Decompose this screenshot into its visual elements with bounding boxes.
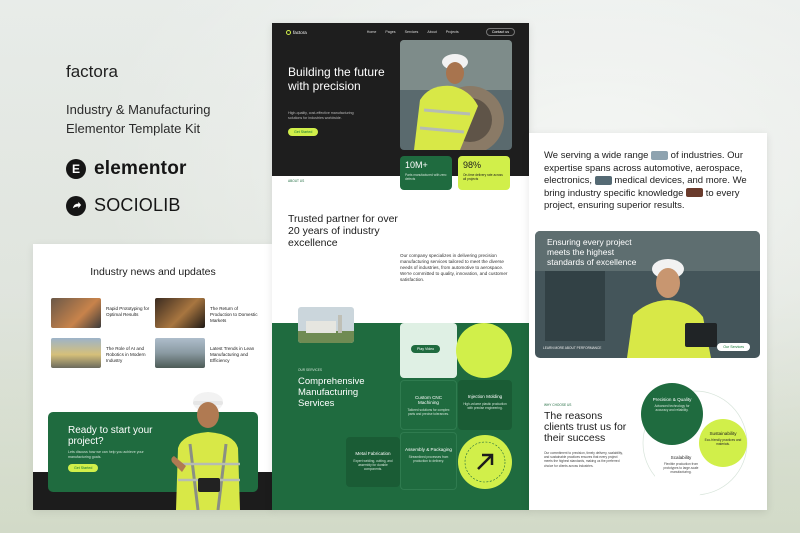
value-circle: Precision & Quality Advanced technology … <box>641 383 703 445</box>
service-card-title: Custom CNC Machining <box>414 395 443 405</box>
nav-logo[interactable]: factora <box>286 29 307 35</box>
why-title: The reasons clients trust us for their s… <box>544 410 627 444</box>
nav-links: Home Pages Services About Projects <box>367 30 459 34</box>
inline-image-chip <box>686 188 704 198</box>
service-card-title: Injection Molding <box>467 394 503 399</box>
brand-tagline: Industry & Manufacturing Elementor Templ… <box>66 102 211 136</box>
news-title: Industry news and updates <box>90 266 216 278</box>
news-thumbnail <box>155 298 205 328</box>
cta-description: Lets discuss how we can help you achieve… <box>68 450 144 459</box>
service-card-title: Metal Fabrication <box>355 451 391 456</box>
value-desc: Advanced technology for accuracy and rel… <box>654 404 690 412</box>
news-item[interactable]: The Return of Production to Domestic Mar… <box>155 298 260 328</box>
value-desc: Flexible production from prototypes to l… <box>663 462 699 474</box>
factory-thumbnail <box>298 307 354 343</box>
photo-caption[interactable]: LEARN MORE ABOUT PERFORMANCE <box>543 346 601 350</box>
why-body: Our commitment to precision, timely deli… <box>544 451 623 468</box>
sociolib-arrow-icon <box>66 195 86 216</box>
our-services-button[interactable]: Our Services <box>717 343 750 351</box>
elementor-logo-icon: E <box>66 159 86 179</box>
industries-lead-text: We serving a wide range of industries. O… <box>544 150 747 211</box>
stat-description: On-time delivery rate across all project… <box>463 173 503 181</box>
service-card[interactable]: Assembly & Packaging Streamlined process… <box>400 432 457 490</box>
hero-title: Building the future with precision <box>288 65 385 93</box>
stat-value: 10M+ <box>405 160 428 170</box>
brand-name: factora <box>66 62 118 81</box>
nav-link-projects[interactable]: Projects <box>446 30 459 34</box>
service-card-title: Assembly & Packaging <box>405 447 452 452</box>
top-nav: factora Home Pages Services About Projec… <box>286 28 515 36</box>
home-page-preview: factora Home Pages Services About Projec… <box>272 23 529 510</box>
news-item-title: Rapid Prototyping for Optimal Results <box>106 306 150 317</box>
inline-image-chip <box>594 175 612 185</box>
about-body: Our company specializes in delivering pr… <box>400 253 508 282</box>
news-item-title: Latest Trends in Lean Manufacturing and … <box>210 346 255 363</box>
value-title: Sustainability <box>709 431 737 436</box>
worker-photo <box>171 392 240 510</box>
cta-get-started-button[interactable]: Get Started <box>68 464 99 472</box>
service-card-desc: Expert welding, cutting, and assembly fo… <box>353 459 393 471</box>
news-item[interactable]: Latest Trends in Lean Manufacturing and … <box>155 338 260 368</box>
services-title: Comprehensive Manufacturing Services <box>298 376 365 409</box>
nav-link-pages[interactable]: Pages <box>385 30 395 34</box>
service-card-desc: Streamlined processes from production to… <box>408 455 449 463</box>
news-thumbnail <box>51 298 101 328</box>
service-card[interactable]: Metal Fabrication Expert welding, cuttin… <box>346 437 400 487</box>
stat-card: 10M+ Parts manufactured with zero defect… <box>400 156 452 190</box>
play-video-button[interactable]: Play Video <box>411 345 441 353</box>
news-thumbnail <box>51 338 101 368</box>
brand-block: factora Industry & Manufacturing Element… <box>66 62 236 138</box>
news-item[interactable]: The Role of AI and Robotics in Modern In… <box>51 338 156 368</box>
service-card-desc: Tailored solutions for complex parts and… <box>407 408 450 416</box>
value-title: Scalability <box>670 455 692 460</box>
value-title: Precision & Quality <box>652 397 692 402</box>
sociolib-logo-text: SOCIOLIB <box>94 195 181 215</box>
stat-description: Parts manufactured with zero defects <box>405 173 447 181</box>
elementor-logo-text: elementor <box>94 158 187 179</box>
hero-get-started-button[interactable]: Get Started <box>288 128 319 136</box>
why-tag: WHY CHOOSE US <box>544 403 572 407</box>
news-page-preview: Industry news and updates Rapid Prototyp… <box>33 244 273 510</box>
factora-logo-icon <box>286 29 291 35</box>
services-tag: OUR SERVICES <box>298 368 323 372</box>
accent-circle <box>456 323 512 378</box>
about-page-preview: We serving a wide range of industries. O… <box>529 133 767 510</box>
about-title: Trusted partner for over 20 years of ind… <box>288 213 398 249</box>
engineer-photo-card: Ensuring every project meets the highest… <box>535 231 760 358</box>
inline-image-chip <box>651 150 669 160</box>
service-card[interactable]: Injection Molding High-volume plastic pr… <box>458 380 512 430</box>
stat-value: 98% <box>463 160 482 170</box>
sociolib-logo: SOCIOLIB <box>66 195 181 216</box>
nav-link-services[interactable]: Services <box>405 30 419 34</box>
cta-title: Ready to start your project? <box>68 425 153 447</box>
nav-link-about[interactable]: About <box>427 30 436 34</box>
hero-worker-photo <box>400 40 512 150</box>
discover-more-badge[interactable] <box>458 435 512 489</box>
value-desc: Eco-friendly practices and materials. <box>704 438 742 446</box>
service-card-desc: High-volume plastic production with prec… <box>463 402 507 410</box>
photo-headline: Ensuring every project meets the highest… <box>547 237 637 267</box>
news-item[interactable]: Rapid Prototyping for Optimal Results <box>51 298 156 328</box>
news-item-title: The Role of AI and Robotics in Modern In… <box>106 346 146 363</box>
service-card[interactable]: Custom CNC Machining Tailored solutions … <box>400 380 457 430</box>
nav-link-home[interactable]: Home <box>367 30 377 34</box>
elementor-logo: E elementor <box>66 158 187 180</box>
hero-subtitle: High-quality, cost-effective manufacturi… <box>288 111 354 120</box>
news-thumbnail <box>155 338 205 368</box>
about-tag: ABOUT US <box>288 179 305 183</box>
stat-card: 98% On-time delivery rate across all pro… <box>458 156 510 190</box>
contact-us-button[interactable]: Contact us <box>485 28 515 36</box>
news-item-title: The Return of Production to Domestic Mar… <box>210 306 258 323</box>
value-circle: Scalability Flexible production from pro… <box>655 451 707 503</box>
